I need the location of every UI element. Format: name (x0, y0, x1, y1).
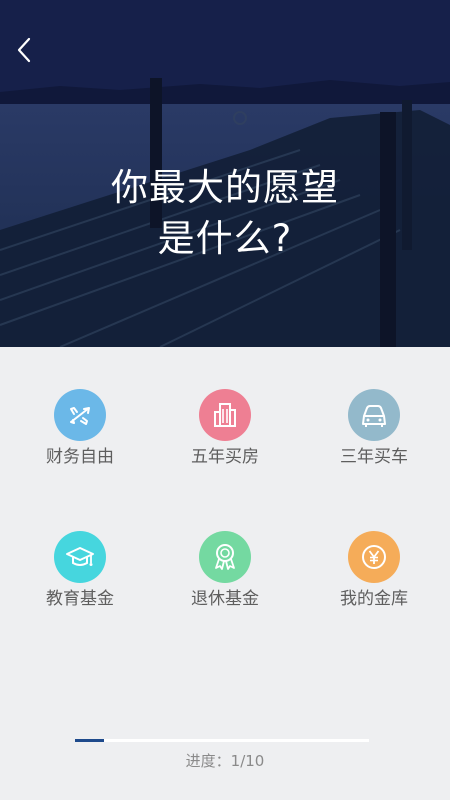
option-label: 教育基金 (46, 589, 114, 609)
option-label: 五年买房 (191, 447, 259, 467)
airplane-icon (70, 407, 90, 425)
option-icon-circle (54, 531, 106, 583)
yen-coin-icon (362, 545, 386, 569)
building-icon (214, 403, 236, 427)
option-label: 财务自由 (46, 447, 114, 467)
option-icon-circle (199, 531, 251, 583)
option-my-vault[interactable]: 我的金库 (314, 531, 434, 610)
back-button[interactable] (8, 32, 40, 68)
question-title-line1: 你最大的愿望 (111, 166, 339, 209)
progress-text: 进度：1/10 (185, 752, 265, 770)
option-financial-freedom[interactable]: 财务自由 (20, 389, 140, 468)
question-title-line2: 是什么? (157, 217, 293, 260)
option-retirement-fund[interactable]: 退休基金 (165, 531, 285, 610)
progress-bar (75, 739, 369, 742)
option-icon-circle (348, 531, 400, 583)
option-buy-house-5-years[interactable]: 五年买房 (165, 389, 285, 468)
medal-icon (215, 544, 235, 570)
option-label: 退休基金 (191, 589, 259, 609)
option-buy-car-3-years[interactable]: 三年买车 (314, 389, 434, 468)
option-icon-circle (348, 389, 400, 441)
option-icon-circle (54, 389, 106, 441)
option-label: 三年买车 (340, 447, 408, 467)
graduation-cap-icon (66, 547, 94, 566)
option-label: 我的金库 (340, 589, 408, 609)
option-icon-circle (199, 389, 251, 441)
chevron-left-icon (17, 37, 31, 63)
hero-banner: 你最大的愿望 是什么? (0, 0, 450, 347)
option-education-fund[interactable]: 教育基金 (20, 531, 140, 610)
progress-bar-fill (75, 739, 105, 742)
car-icon (362, 405, 386, 427)
